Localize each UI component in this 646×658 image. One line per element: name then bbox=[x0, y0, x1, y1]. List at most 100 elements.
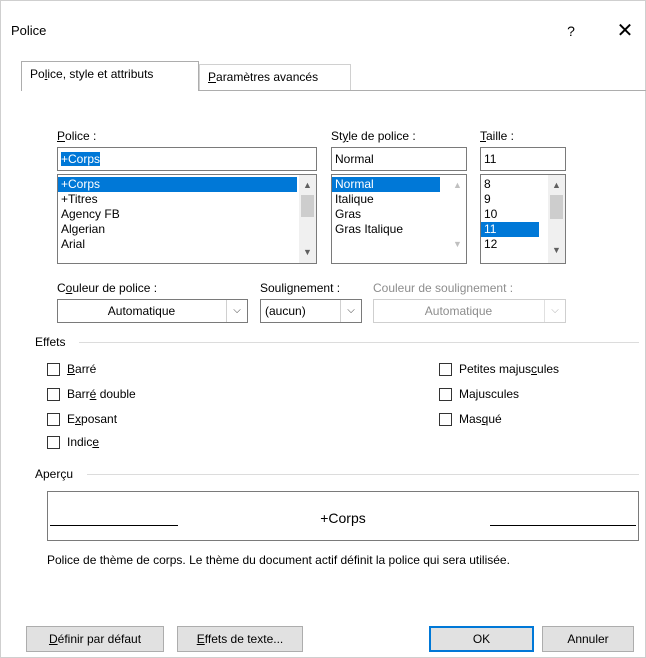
preview-sample-text: +Corps bbox=[320, 510, 366, 526]
font-size-input[interactable]: 11 bbox=[480, 147, 566, 171]
label-part: Souli bbox=[260, 281, 287, 295]
preview-box: +Corps bbox=[47, 491, 639, 541]
ok-button[interactable]: OK bbox=[429, 626, 534, 652]
subscript-label: Indice bbox=[67, 435, 99, 449]
font-style-list-item[interactable]: Normal bbox=[332, 177, 440, 192]
scrollbar-thumb[interactable] bbox=[301, 195, 314, 217]
text-effects-button[interactable]: Effets de texte... bbox=[177, 626, 303, 652]
scroll-up-icon[interactable]: ▲ bbox=[449, 177, 466, 194]
font-style-input[interactable]: Normal bbox=[331, 147, 467, 171]
strikethrough-checkbox[interactable] bbox=[47, 363, 60, 376]
superscript-label: Exposant bbox=[67, 412, 117, 426]
superscript-checkbox[interactable] bbox=[47, 413, 60, 426]
underline-color-value: Automatique bbox=[424, 304, 493, 318]
label-part: uscules bbox=[478, 387, 520, 401]
label-part: double bbox=[96, 387, 136, 401]
label-part: St bbox=[331, 129, 343, 143]
font-size-list-scrollbar[interactable]: ▲ ▼ bbox=[548, 175, 565, 263]
font-list-item[interactable]: Algerian bbox=[58, 222, 316, 237]
hidden-label: Masqué bbox=[459, 412, 502, 426]
effects-heading: Effets bbox=[35, 335, 66, 349]
set-as-default-button[interactable]: Définir par défaut bbox=[26, 626, 164, 652]
font-list-item[interactable]: Agency FB bbox=[58, 207, 316, 222]
font-style-label: Style de police : bbox=[331, 129, 416, 143]
cancel-button[interactable]: Annuler bbox=[542, 626, 634, 652]
chevron-down-icon[interactable]: ⌵ bbox=[340, 300, 361, 322]
label-part: arré bbox=[75, 362, 97, 376]
tab-font-style-attributes[interactable]: Police, style et attributs bbox=[21, 61, 199, 91]
label-accesskey: e bbox=[92, 435, 100, 449]
underline-style-label: Soulignement : bbox=[260, 281, 340, 295]
chevron-down-icon: ⌵ bbox=[544, 300, 565, 322]
font-list-scrollbar[interactable]: ▲ ▼ bbox=[299, 175, 316, 263]
small-caps-checkbox[interactable] bbox=[439, 363, 452, 376]
label-part: Mas bbox=[459, 412, 482, 426]
double-strikethrough-checkbox[interactable] bbox=[47, 388, 60, 401]
preview-divider bbox=[87, 474, 639, 475]
label-part: E bbox=[67, 412, 76, 426]
font-style-list-scrollbar[interactable]: ▲ ▼ bbox=[449, 175, 466, 263]
font-style-list-item[interactable]: Italique bbox=[332, 192, 466, 207]
close-icon: ✕ bbox=[616, 20, 634, 42]
scrollbar-thumb[interactable] bbox=[550, 195, 563, 219]
label-part: ffets de texte... bbox=[204, 632, 284, 646]
font-size-list-item[interactable]: 11 bbox=[481, 222, 539, 237]
preview-heading: Aperçu bbox=[35, 467, 74, 481]
label-part: nement : bbox=[293, 281, 341, 295]
font-list-item[interactable]: +Corps bbox=[58, 177, 297, 192]
font-size-label: Taille : bbox=[480, 129, 514, 143]
scroll-down-icon[interactable]: ▼ bbox=[449, 236, 466, 253]
scroll-up-icon[interactable]: ▲ bbox=[299, 177, 316, 194]
strikethrough-label: Barré bbox=[67, 362, 96, 376]
font-color-dropdown[interactable]: Automatique ⌵ bbox=[57, 299, 248, 323]
label-part: le de police : bbox=[348, 129, 416, 143]
scroll-up-icon[interactable]: ▲ bbox=[548, 177, 565, 194]
label-accesskey: B bbox=[67, 362, 76, 376]
label-part: C bbox=[57, 281, 66, 295]
close-button[interactable]: ✕ bbox=[611, 17, 639, 45]
font-label: Police : bbox=[57, 129, 96, 143]
chevron-down-icon[interactable]: ⌵ bbox=[226, 300, 247, 322]
font-label-accesskey: P bbox=[57, 129, 66, 143]
font-style-list-item[interactable]: Gras bbox=[332, 207, 466, 222]
font-list[interactable]: +Corps +Titres Agency FB Algerian Arial … bbox=[57, 174, 317, 264]
all-caps-label: Majuscules bbox=[459, 387, 519, 401]
label-part: aille : bbox=[486, 129, 515, 143]
tab-label-part: Po bbox=[30, 67, 45, 81]
underline-style-value: (aucun) bbox=[265, 304, 306, 318]
small-caps-label: Petites majuscules bbox=[459, 362, 559, 376]
label-part: uleur de police : bbox=[72, 281, 158, 295]
font-input-value: +Corps bbox=[61, 152, 101, 166]
tab-label-accesskey: P bbox=[208, 70, 217, 84]
label-part: Barr bbox=[67, 387, 90, 401]
tab-advanced-settings[interactable]: Paramètres avancés bbox=[199, 64, 351, 90]
all-caps-checkbox[interactable] bbox=[439, 388, 452, 401]
font-color-value: Automatique bbox=[107, 304, 176, 318]
font-color-label: Couleur de police : bbox=[57, 281, 157, 295]
underline-color-dropdown: Automatique ⌵ bbox=[373, 299, 566, 323]
font-list-item[interactable]: Arial bbox=[58, 237, 316, 252]
label-part: ué bbox=[488, 412, 502, 426]
effects-divider bbox=[79, 342, 639, 343]
label-accesskey: D bbox=[48, 632, 58, 646]
font-label-text: olice : bbox=[65, 129, 97, 143]
preview-baseline-right bbox=[490, 525, 636, 526]
subscript-checkbox[interactable] bbox=[47, 436, 60, 449]
underline-style-dropdown[interactable]: (aucun) ⌵ bbox=[260, 299, 362, 323]
label-part: posant bbox=[81, 412, 118, 426]
help-button[interactable]: ? bbox=[559, 19, 583, 43]
preview-description: Police de thème de corps. Le thème du do… bbox=[47, 553, 510, 567]
hidden-checkbox[interactable] bbox=[439, 413, 452, 426]
font-list-item[interactable]: +Titres bbox=[58, 192, 316, 207]
label-part: Ma bbox=[459, 387, 476, 401]
dialog-title: Police bbox=[11, 23, 47, 38]
scroll-down-icon[interactable]: ▼ bbox=[299, 244, 316, 261]
tab-label-part: ice, style et attributs bbox=[47, 67, 154, 81]
font-size-list[interactable]: 8 9 10 11 12 ▲ ▼ bbox=[480, 174, 566, 264]
double-strikethrough-label: Barré double bbox=[67, 387, 136, 401]
scroll-down-icon[interactable]: ▼ bbox=[548, 242, 565, 259]
font-style-list[interactable]: Normal Italique Gras Gras Italique ▲ ▼ bbox=[331, 174, 467, 264]
font-style-list-item[interactable]: Gras Italique bbox=[332, 222, 466, 237]
tab-label-part: aramètres avancés bbox=[216, 70, 319, 84]
font-input[interactable]: +Corps bbox=[57, 147, 317, 171]
